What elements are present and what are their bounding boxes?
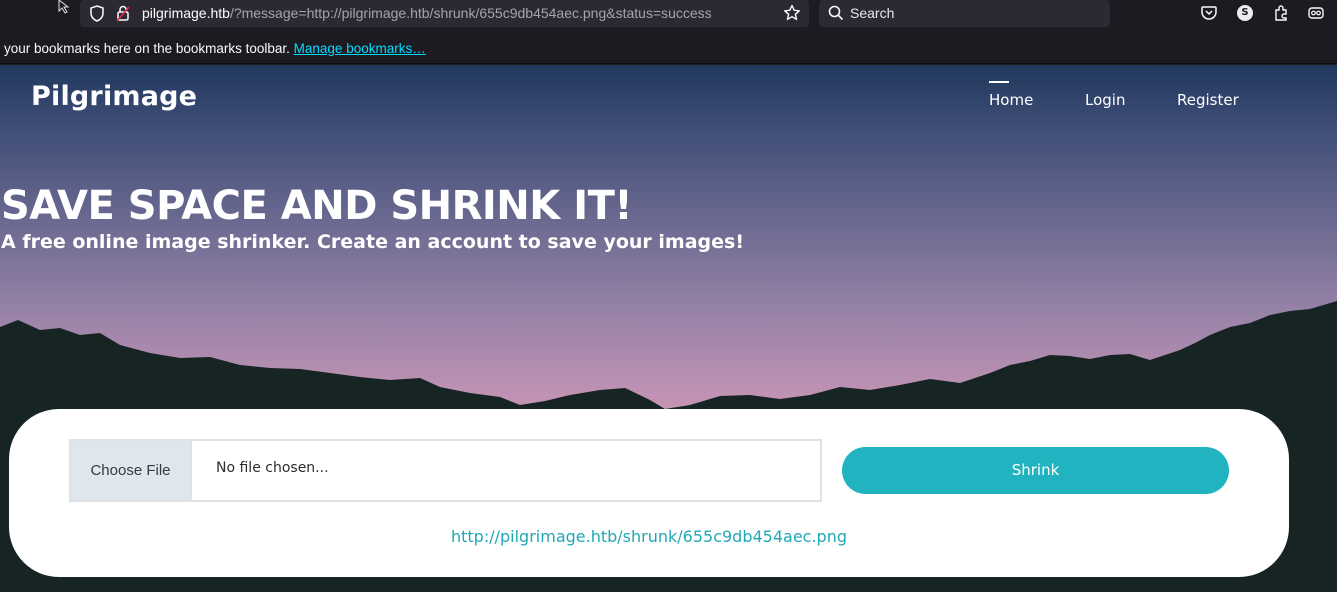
choose-file-button[interactable]: Choose File <box>71 441 192 500</box>
page-viewport: Pilgrimage Home Login Register SAVE SPAC… <box>0 65 1337 592</box>
manage-bookmarks-link[interactable]: Manage bookmarks… <box>294 41 426 56</box>
profile-avatar[interactable]: S <box>1237 5 1253 21</box>
browser-toolbar: pilgrimage.htb/?message=http://pilgrimag… <box>0 0 1337 30</box>
address-bar[interactable]: pilgrimage.htb/?message=http://pilgrimag… <box>80 0 809 27</box>
search-icon <box>828 5 844 21</box>
extensions-icon[interactable] <box>1272 4 1290 22</box>
containers-icon[interactable] <box>1307 4 1325 22</box>
file-status: No file chosen... <box>216 460 329 476</box>
search-placeholder: Search <box>850 5 895 21</box>
hero-subtitle: A free online image shrinker. Create an … <box>1 231 744 253</box>
file-input[interactable]: Choose File No file chosen... <box>69 439 822 502</box>
pocket-icon[interactable] <box>1200 4 1218 22</box>
shield-icon[interactable] <box>89 5 105 22</box>
url-path: /?message=http://pilgrimage.htb/shrunk/6… <box>229 5 712 21</box>
bookmarks-toolbar: your bookmarks here on the bookmarks too… <box>0 36 1337 64</box>
shrunk-image-link[interactable]: http://pilgrimage.htb/shrunk/655c9db454a… <box>9 527 1289 546</box>
url-host: pilgrimage.htb <box>142 5 230 21</box>
site-logo[interactable]: Pilgrimage <box>31 81 197 112</box>
bookmark-star-icon[interactable] <box>783 4 801 22</box>
shrink-button[interactable]: Shrink <box>842 447 1229 494</box>
active-nav-indicator <box>989 81 1009 83</box>
nav-home[interactable]: Home <box>989 91 1033 109</box>
upload-card: Choose File No file chosen... Shrink htt… <box>9 409 1289 577</box>
url-text[interactable]: pilgrimage.htb/?message=http://pilgrimag… <box>142 5 712 21</box>
hero-title: SAVE SPACE AND SHRINK IT! <box>1 183 633 229</box>
mouse-cursor-icon <box>58 0 70 14</box>
bookmarks-hint-text: your bookmarks here on the bookmarks too… <box>4 41 294 56</box>
search-bar[interactable]: Search <box>819 0 1110 27</box>
bookmarks-hint: your bookmarks here on the bookmarks too… <box>4 41 426 56</box>
nav-register[interactable]: Register <box>1177 91 1239 109</box>
nav-login[interactable]: Login <box>1085 91 1125 109</box>
insecure-lock-icon[interactable] <box>116 5 130 22</box>
